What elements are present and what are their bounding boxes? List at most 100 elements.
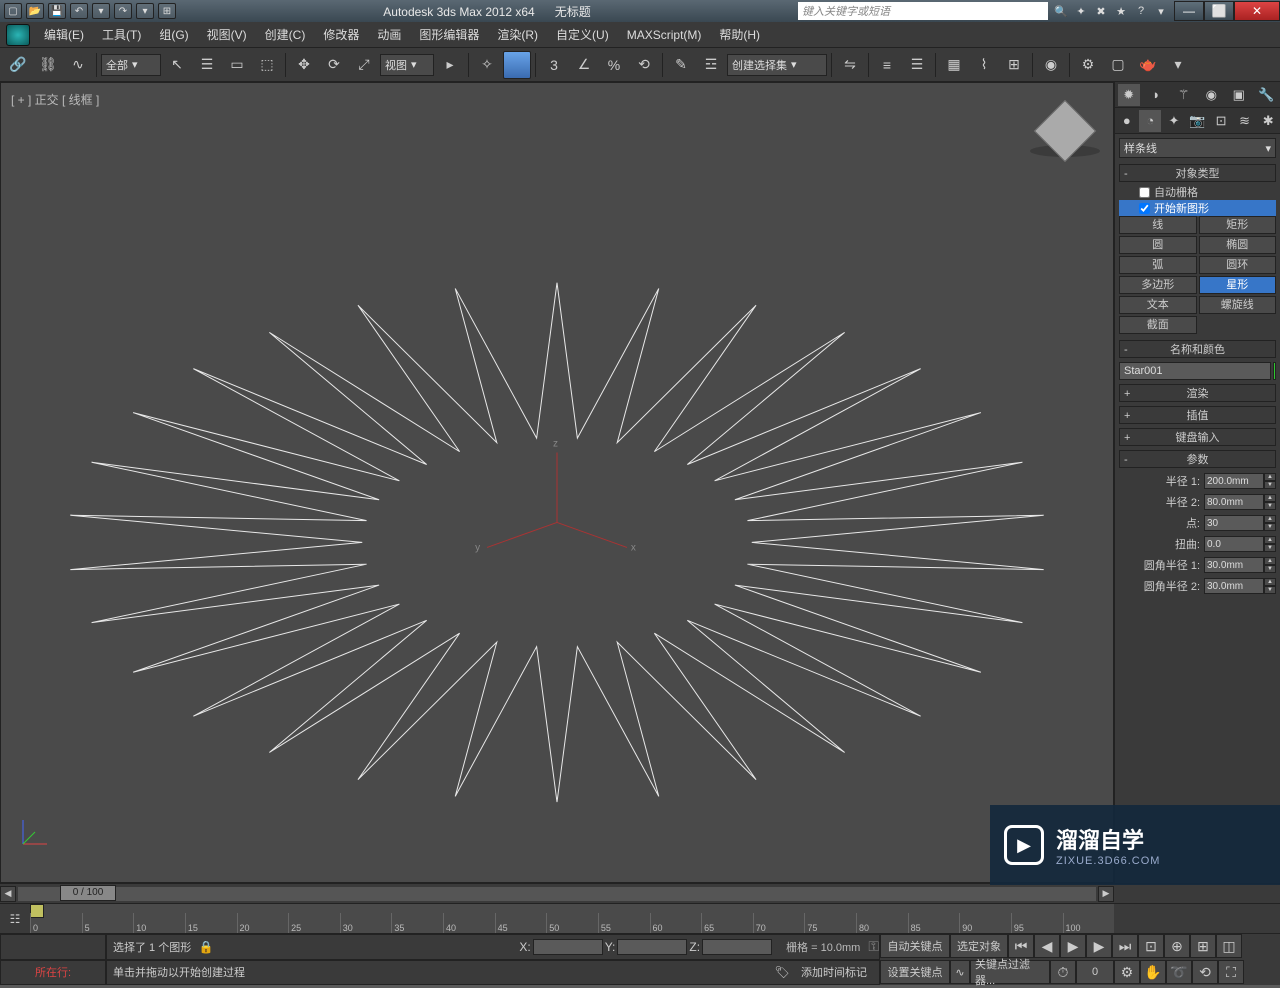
radius1-arrows[interactable]: ▲▼	[1264, 473, 1276, 489]
menu-animation[interactable]: 动画	[369, 24, 409, 45]
menu-modifiers[interactable]: 修改器	[315, 24, 367, 45]
time-slider-knob[interactable]: 0 / 100	[60, 885, 116, 901]
object-name-input[interactable]	[1119, 362, 1271, 380]
subtab-lights-icon[interactable]: ✦	[1163, 110, 1185, 132]
qat-dropdown2-icon[interactable]: ▾	[136, 3, 154, 19]
time-scroll-left-icon[interactable]: ◀	[0, 886, 16, 902]
nav-orbit-icon[interactable]: ⟲	[1192, 960, 1218, 984]
x-input[interactable]	[533, 939, 603, 955]
nav-pan-icon[interactable]: ✋	[1140, 960, 1166, 984]
frame-spinner[interactable]: 0	[1076, 960, 1114, 984]
viewport[interactable]: [ + ] 正交 [ 线框 ] z x y	[0, 82, 1114, 883]
render-setup-icon[interactable]: ⚙	[1074, 51, 1102, 79]
subtab-spacewarps-icon[interactable]: ≋	[1234, 110, 1256, 132]
bind-icon[interactable]: ∿	[64, 51, 92, 79]
minimize-button[interactable]: —	[1174, 1, 1204, 21]
menu-rendering[interactable]: 渲染(R)	[489, 24, 546, 45]
shape-star-button[interactable]: 星形	[1199, 276, 1277, 294]
menu-help[interactable]: 帮助(H)	[711, 24, 768, 45]
rollout-interpolation[interactable]: +插值	[1119, 406, 1276, 424]
prev-frame-icon[interactable]: ◀	[1034, 934, 1060, 958]
project-icon[interactable]: ⊞	[158, 3, 176, 19]
ref-coord-dropdown[interactable]: 视图▾	[380, 54, 434, 76]
add-tag-label[interactable]: 添加时间标记	[795, 964, 873, 980]
schematic-icon[interactable]: ⊞	[1000, 51, 1028, 79]
goto-end-icon[interactable]: ⏭	[1112, 934, 1138, 958]
rotate-icon[interactable]: ⟳	[320, 51, 348, 79]
category-dropdown[interactable]: 样条线▾	[1119, 138, 1276, 158]
save-icon[interactable]: 💾	[48, 3, 66, 19]
named-set-edit-icon[interactable]: ✎	[667, 51, 695, 79]
menu-customize[interactable]: 自定义(U)	[548, 24, 617, 45]
scale-icon[interactable]: ⤢	[350, 51, 378, 79]
help-arrow-icon[interactable]: ▾	[1152, 3, 1170, 19]
shape-text-button[interactable]: 文本	[1119, 296, 1197, 314]
auto-key-button[interactable]: 自动关键点	[880, 934, 950, 958]
rollout-render[interactable]: +渲染	[1119, 384, 1276, 402]
align-icon[interactable]: ≡	[873, 51, 901, 79]
menu-tools[interactable]: 工具(T)	[94, 24, 149, 45]
shape-section-button[interactable]: 截面	[1119, 316, 1197, 334]
redo-icon[interactable]: ↷	[114, 3, 132, 19]
nav-zoom-icon[interactable]: ⊕	[1164, 934, 1190, 958]
fillet1-arrows[interactable]: ▲▼	[1264, 557, 1276, 573]
keyboard-shortcut-icon[interactable]	[503, 51, 531, 79]
percent-snap-icon[interactable]: %	[600, 51, 628, 79]
points-arrows[interactable]: ▲▼	[1264, 515, 1276, 531]
render-icon[interactable]: 🫖	[1134, 51, 1162, 79]
menu-edit[interactable]: 编辑(E)	[36, 24, 92, 45]
distortion-arrows[interactable]: ▲▼	[1264, 536, 1276, 552]
select-name-icon[interactable]: ☰	[193, 51, 221, 79]
help-icon[interactable]: ?	[1132, 3, 1150, 19]
subtab-helpers-icon[interactable]: ⊡	[1210, 110, 1232, 132]
tab-create-icon[interactable]: ✹	[1118, 84, 1140, 106]
nav-fov-icon[interactable]: ◫	[1216, 934, 1242, 958]
link-icon[interactable]: 🔗	[4, 51, 32, 79]
menu-maxscript[interactable]: MAXScript(M)	[619, 26, 710, 44]
shape-donut-button[interactable]: 圆环	[1199, 256, 1277, 274]
time-config-icon[interactable]: ⏱	[1050, 960, 1076, 984]
time-config2-icon[interactable]: ⚙	[1114, 960, 1140, 984]
nav-max-icon[interactable]: ⛶	[1218, 960, 1244, 984]
new-icon[interactable]: ▢	[4, 3, 22, 19]
app-menu-icon[interactable]	[6, 24, 30, 46]
close-button[interactable]: ✕	[1234, 1, 1280, 21]
maximize-button[interactable]: ⬜	[1204, 1, 1234, 21]
spinner-snap-icon[interactable]: ⟲	[630, 51, 658, 79]
shape-circle-button[interactable]: 圆	[1119, 236, 1197, 254]
subtab-systems-icon[interactable]: ✱	[1257, 110, 1279, 132]
goto-start-icon[interactable]: ⏮	[1008, 934, 1034, 958]
rollout-name-color[interactable]: -名称和颜色	[1119, 340, 1276, 358]
menu-grapheditors[interactable]: 图形编辑器	[411, 24, 487, 45]
nav-walk-icon[interactable]: ➰	[1166, 960, 1192, 984]
tab-hierarchy-icon[interactable]: ⚚	[1173, 84, 1195, 106]
render-frame-icon[interactable]: ▢	[1104, 51, 1132, 79]
nav-isolate-icon[interactable]: ⊡	[1138, 934, 1164, 958]
shape-ngon-button[interactable]: 多边形	[1119, 276, 1197, 294]
selected-obj-dropdown[interactable]: 选定对象	[950, 934, 1008, 958]
time-track[interactable]: 0 / 100	[18, 887, 1096, 901]
subtab-cameras-icon[interactable]: 📷	[1186, 110, 1208, 132]
pivot-icon[interactable]: ▸	[436, 51, 464, 79]
radius2-arrows[interactable]: ▲▼	[1264, 494, 1276, 510]
timeline-scrollbar[interactable]: ◀ 0 / 100 ▶	[0, 883, 1280, 903]
lock-icon[interactable]: 🔒	[197, 938, 215, 956]
move-icon[interactable]: ✥	[290, 51, 318, 79]
viewcube[interactable]	[1025, 91, 1105, 171]
selection-filter-dropdown[interactable]: 全部▾	[101, 54, 161, 76]
tab-modify-icon[interactable]: ◗	[1145, 84, 1167, 106]
radius1-spinner[interactable]: 200.0mm	[1204, 473, 1264, 489]
menu-group[interactable]: 组(G)	[151, 24, 196, 45]
fillet2-spinner[interactable]: 30.0mm	[1204, 578, 1264, 594]
search-icon[interactable]: 🔍	[1052, 3, 1070, 19]
time-ruler[interactable]: ☷ 05101520253035404550556065707580859095…	[0, 903, 1280, 933]
menu-views[interactable]: 视图(V)	[199, 24, 255, 45]
ribbon-icon[interactable]: ▦	[940, 51, 968, 79]
fillet2-arrows[interactable]: ▲▼	[1264, 578, 1276, 594]
time-scroll-right-icon[interactable]: ▶	[1098, 886, 1114, 902]
nav-zoom-all-icon[interactable]: ⊞	[1190, 934, 1216, 958]
tab-utilities-icon[interactable]: 🔧	[1255, 84, 1277, 106]
points-spinner[interactable]: 30	[1204, 515, 1264, 531]
manip-icon[interactable]: ✧	[473, 51, 501, 79]
mirror-icon[interactable]: ⇋	[836, 51, 864, 79]
